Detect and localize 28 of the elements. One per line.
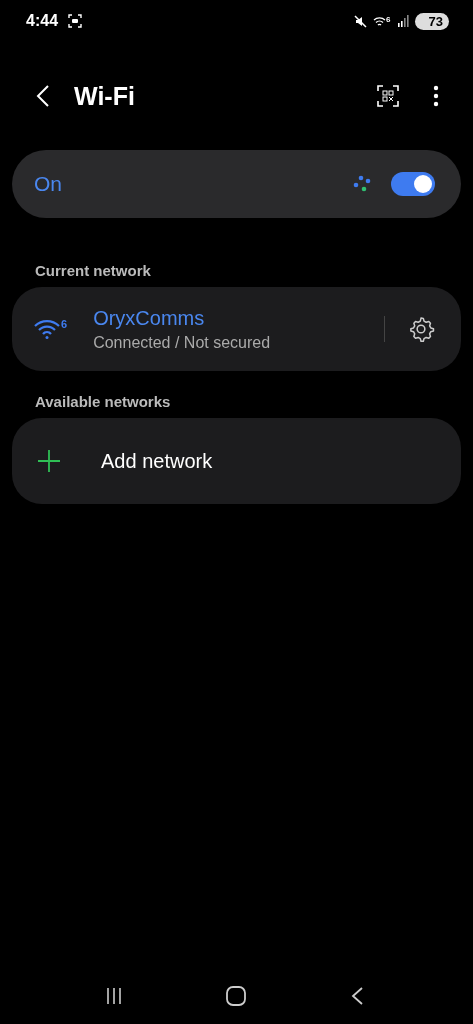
back-icon[interactable] bbox=[36, 84, 50, 108]
plus-icon bbox=[37, 449, 61, 473]
back-icon[interactable] bbox=[349, 986, 364, 1006]
switch-label: On bbox=[34, 172, 62, 196]
home-icon[interactable] bbox=[225, 985, 248, 1007]
add-network-button[interactable]: Add network bbox=[12, 418, 461, 504]
wifi-standard-label: 6 bbox=[61, 319, 68, 330]
battery-indicator: 73 bbox=[414, 12, 449, 30]
screenshot-icon bbox=[68, 14, 83, 28]
more-options-icon[interactable] bbox=[433, 85, 439, 107]
section-header: Available networks bbox=[34, 392, 172, 412]
network-item[interactable]: 6 OryxComms Connected / Not secured bbox=[12, 287, 461, 371]
recent-apps-icon[interactable] bbox=[105, 987, 124, 1005]
settings-icon[interactable] bbox=[407, 315, 435, 343]
status-time: 4:44 bbox=[26, 12, 59, 30]
wifi-standard-label: 6 bbox=[386, 15, 391, 24]
section-header: Current network bbox=[34, 261, 152, 281]
scanning-icon bbox=[353, 175, 373, 193]
network-name: OryxComms bbox=[93, 306, 206, 330]
mute-icon bbox=[354, 14, 368, 28]
qr-scan-icon[interactable] bbox=[377, 85, 399, 107]
wifi-icon bbox=[34, 319, 60, 339]
wifi-icon bbox=[373, 15, 387, 27]
page-title: Wi-Fi bbox=[74, 81, 135, 111]
wifi-switch-bar[interactable]: On bbox=[12, 150, 461, 218]
signal-icon bbox=[396, 15, 409, 27]
network-status: Connected / Not secured bbox=[93, 333, 271, 352]
wifi-toggle[interactable] bbox=[391, 172, 435, 196]
